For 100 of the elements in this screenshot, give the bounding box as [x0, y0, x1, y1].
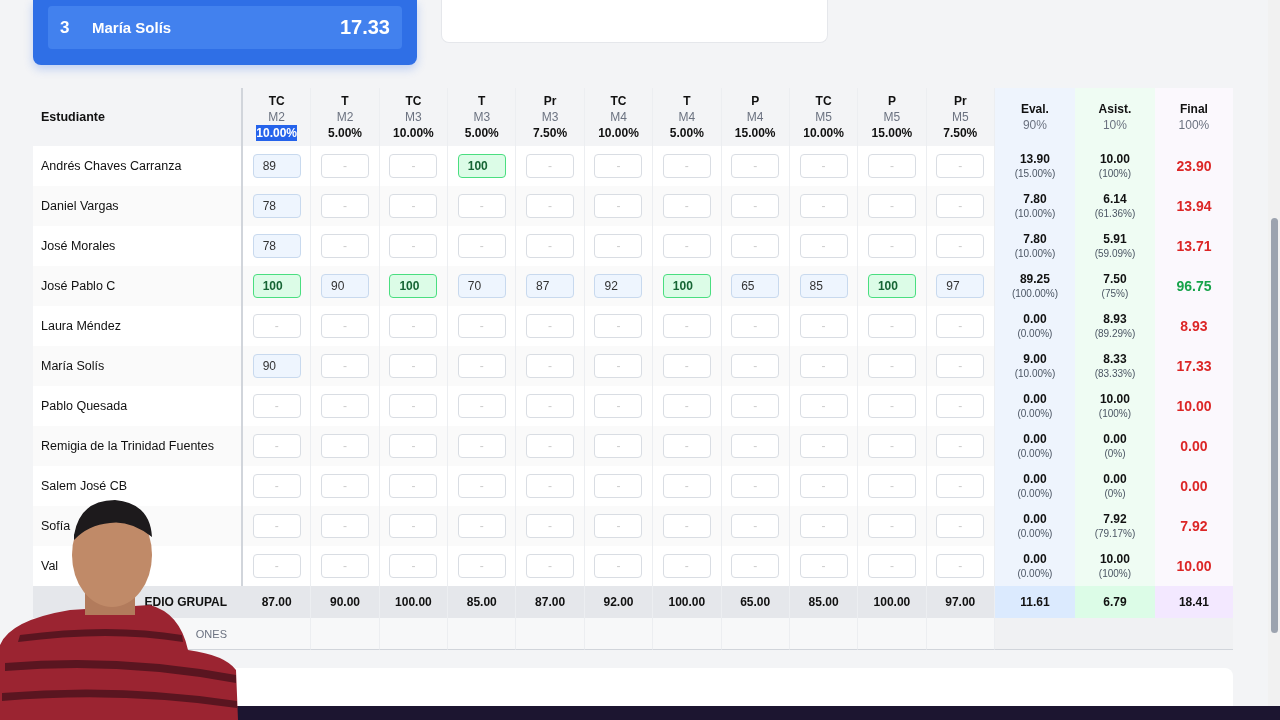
grade-field[interactable]: - [731, 514, 780, 538]
grade-field[interactable]: - [389, 554, 438, 578]
grade-field[interactable]: - [936, 434, 985, 458]
grade-field[interactable]: - [526, 554, 575, 578]
grade-field[interactable]: - [936, 554, 985, 578]
grade-field[interactable]: - [252, 514, 301, 538]
grade-field[interactable]: - [594, 514, 643, 538]
grade-field[interactable]: - [321, 514, 370, 538]
grade-field[interactable]: - [867, 314, 916, 338]
scrollbar[interactable] [1268, 0, 1280, 706]
grade-field[interactable]: - [457, 514, 506, 538]
grade-field[interactable]: - [526, 474, 575, 498]
grade-field[interactable]: - [936, 154, 985, 178]
grade-field[interactable]: - [457, 354, 506, 378]
grade-field[interactable]: - [252, 474, 301, 498]
grade-field[interactable]: - [867, 354, 916, 378]
grade-field[interactable]: 78 [252, 234, 301, 258]
grade-field[interactable]: - [594, 434, 643, 458]
grade-field[interactable]: - [799, 474, 848, 498]
grade-field[interactable]: - [457, 474, 506, 498]
grade-field[interactable]: 97 [936, 274, 985, 298]
grade-field[interactable]: - [867, 514, 916, 538]
grade-field[interactable]: - [389, 434, 438, 458]
grade-field[interactable]: - [389, 314, 438, 338]
grade-field[interactable]: 85 [799, 274, 848, 298]
grade-field[interactable]: - [936, 354, 985, 378]
grade-field[interactable]: - [799, 234, 848, 258]
grade-field[interactable]: - [662, 354, 711, 378]
grade-field[interactable]: - [936, 234, 985, 258]
grade-field[interactable]: - [867, 554, 916, 578]
grade-field[interactable]: - [867, 234, 916, 258]
grade-field[interactable]: - [526, 394, 575, 418]
grade-field[interactable]: - [662, 234, 711, 258]
grade-field[interactable]: - [731, 554, 780, 578]
grade-field[interactable]: 90 [321, 274, 370, 298]
grade-field[interactable]: - [594, 354, 643, 378]
grade-field[interactable]: - [526, 434, 575, 458]
grade-field[interactable]: - [731, 434, 780, 458]
grade-field[interactable]: 100 [867, 274, 916, 298]
grade-field[interactable]: 89 [252, 154, 301, 178]
grade-field[interactable]: - [662, 554, 711, 578]
grade-field[interactable]: - [662, 474, 711, 498]
grade-field[interactable]: 100 [662, 274, 711, 298]
grade-field[interactable]: 100 [252, 274, 301, 298]
grade-field[interactable]: 70 [457, 274, 506, 298]
grade-field[interactable]: - [936, 474, 985, 498]
grade-field[interactable]: - [389, 514, 438, 538]
grade-field[interactable]: - [799, 394, 848, 418]
grade-field[interactable]: - [389, 474, 438, 498]
grade-field[interactable]: 87 [526, 274, 575, 298]
grade-field[interactable]: - [867, 394, 916, 418]
grade-field[interactable]: - [457, 554, 506, 578]
grade-field[interactable]: - [867, 474, 916, 498]
grade-field[interactable]: - [252, 554, 301, 578]
grade-field[interactable]: - [526, 314, 575, 338]
grade-field[interactable]: - [457, 194, 506, 218]
grade-field[interactable]: - [867, 434, 916, 458]
grade-field[interactable]: - [321, 314, 370, 338]
grade-field[interactable]: - [731, 234, 780, 258]
grade-field[interactable]: - [662, 514, 711, 538]
grade-field[interactable]: - [389, 354, 438, 378]
grade-field[interactable]: - [594, 394, 643, 418]
grade-field[interactable]: - [321, 434, 370, 458]
grade-field[interactable]: - [252, 394, 301, 418]
grade-field[interactable]: - [799, 434, 848, 458]
grade-field[interactable]: - [799, 314, 848, 338]
grade-field[interactable]: - [457, 434, 506, 458]
grade-field[interactable]: - [321, 194, 370, 218]
grade-field[interactable]: - [662, 434, 711, 458]
grade-field[interactable]: - [936, 314, 985, 338]
grade-field[interactable]: - [389, 394, 438, 418]
grade-field[interactable]: - [799, 194, 848, 218]
grade-field[interactable]: - [457, 394, 506, 418]
grade-field[interactable]: - [526, 234, 575, 258]
grade-field[interactable]: - [799, 154, 848, 178]
grade-field[interactable]: - [662, 314, 711, 338]
grade-field[interactable]: - [731, 194, 780, 218]
grade-field[interactable]: - [526, 194, 575, 218]
grade-field[interactable]: - [594, 474, 643, 498]
grade-field[interactable]: 78 [252, 194, 301, 218]
grade-field[interactable]: 100 [389, 274, 438, 298]
grade-field[interactable]: - [731, 354, 780, 378]
grade-field[interactable]: - [867, 154, 916, 178]
grade-field[interactable]: - [252, 434, 301, 458]
grade-field[interactable]: - [389, 194, 438, 218]
grade-field[interactable]: - [321, 474, 370, 498]
grade-field[interactable]: - [594, 194, 643, 218]
grade-field[interactable]: - [799, 354, 848, 378]
grade-field[interactable]: - [867, 194, 916, 218]
grade-field[interactable]: - [662, 394, 711, 418]
grade-field[interactable]: - [457, 234, 506, 258]
grade-field[interactable]: - [594, 554, 643, 578]
grade-field[interactable]: - [389, 154, 438, 178]
grade-field[interactable]: - [321, 354, 370, 378]
grade-field[interactable]: - [731, 314, 780, 338]
grade-field[interactable]: - [936, 514, 985, 538]
grade-field[interactable]: - [321, 394, 370, 418]
grade-field[interactable]: - [457, 314, 506, 338]
grade-field[interactable]: - [799, 554, 848, 578]
grade-field[interactable]: - [594, 314, 643, 338]
